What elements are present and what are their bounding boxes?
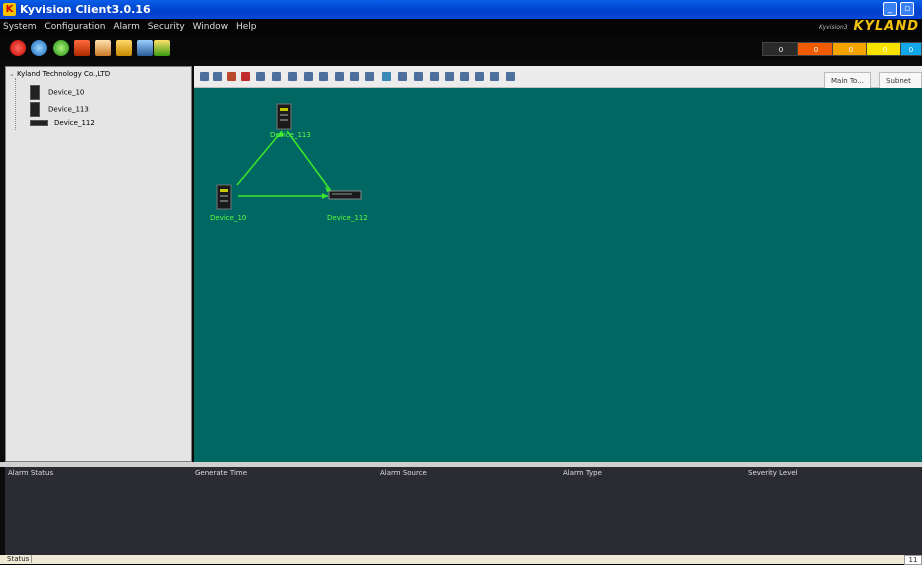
select-icon[interactable] bbox=[200, 72, 209, 81]
node-device-112[interactable] bbox=[328, 190, 362, 200]
column-alarm-type[interactable]: Alarm Type bbox=[563, 469, 602, 477]
alarm-counter-info[interactable]: 0 bbox=[900, 42, 922, 56]
grid-icon[interactable] bbox=[272, 72, 281, 81]
alarm-table-header: Alarm Status Generate Time Alarm Source … bbox=[5, 467, 922, 479]
tab-subnet-topology[interactable]: Subnet T... bbox=[879, 72, 922, 101]
node-device-113[interactable] bbox=[276, 103, 292, 130]
status-bar: Status 11 bbox=[0, 555, 922, 565]
delete-icon[interactable] bbox=[241, 72, 250, 81]
brand-subtitle: Kyvision3 bbox=[818, 24, 848, 31]
column-generate-time[interactable]: Generate Time bbox=[195, 469, 247, 477]
menu-window[interactable]: Window bbox=[190, 19, 231, 32]
draw-line-icon[interactable] bbox=[382, 72, 391, 81]
status-label: Status bbox=[7, 555, 33, 563]
alarm-counter-critical[interactable]: 0 bbox=[762, 42, 800, 56]
menu-help[interactable]: Help bbox=[233, 19, 259, 32]
menu-bar: System Configuration Alarm Security Wind… bbox=[0, 19, 922, 36]
tree-root-label: Kyland Technology Co.,LTD bbox=[17, 70, 111, 78]
brand-logo: KYLAND bbox=[853, 19, 919, 34]
exit-icon[interactable] bbox=[10, 40, 26, 56]
list-icon[interactable] bbox=[288, 72, 297, 81]
alarm-counter-warning[interactable]: 0 bbox=[866, 42, 904, 56]
tab-main-topology[interactable]: Main To... bbox=[824, 72, 871, 88]
node-label-device-113: Device_113 bbox=[270, 131, 311, 139]
tree-item-label: Device_113 bbox=[48, 105, 89, 114]
column-alarm-status[interactable]: Alarm Status bbox=[8, 469, 53, 477]
alarm-counter-major[interactable]: 0 bbox=[797, 42, 835, 56]
node-device-10[interactable] bbox=[216, 184, 232, 210]
align-right-icon[interactable] bbox=[460, 72, 469, 81]
device-tree-panel: ⌄ Kyland Technology Co.,LTD Device_10 Dev… bbox=[5, 66, 192, 462]
minimize-button[interactable]: _ bbox=[883, 2, 897, 16]
app-icon: K bbox=[3, 3, 16, 16]
zoom-in-icon[interactable] bbox=[319, 72, 328, 81]
users-icon[interactable] bbox=[154, 40, 170, 56]
zoom-fit-icon[interactable] bbox=[304, 72, 313, 81]
menu-alarm[interactable]: Alarm bbox=[110, 19, 141, 32]
arrow-head bbox=[322, 193, 328, 199]
node-label-device-10: Device_10 bbox=[210, 214, 247, 222]
save-icon[interactable] bbox=[398, 72, 407, 81]
switch-icon bbox=[30, 85, 40, 100]
router-icon bbox=[30, 120, 48, 126]
align-left-icon[interactable] bbox=[430, 72, 439, 81]
switch-icon bbox=[30, 102, 40, 117]
report-icon[interactable] bbox=[95, 40, 111, 56]
distribute-icon[interactable] bbox=[475, 72, 484, 81]
zoom-reset-icon[interactable] bbox=[350, 72, 359, 81]
globe-icon[interactable] bbox=[31, 40, 47, 56]
align-top-icon[interactable] bbox=[445, 72, 454, 81]
column-severity-level[interactable]: Severity Level bbox=[748, 469, 798, 477]
menu-configuration[interactable]: Configuration bbox=[41, 19, 107, 32]
application-window: K Kyvision Client3.0.16 _ ▫ System Confi… bbox=[0, 0, 922, 565]
zoom-out-icon[interactable] bbox=[335, 72, 344, 81]
main-toolbar: 0 0 0 0 0 bbox=[0, 36, 922, 62]
alarm-counter-minor[interactable]: 0 bbox=[832, 42, 870, 56]
alarm-table: Alarm Status Generate Time Alarm Source … bbox=[5, 467, 922, 555]
brand: Kyvision3 KYLAND bbox=[819, 19, 922, 36]
topology-graph bbox=[216, 103, 362, 210]
tree-item-label: Device_10 bbox=[48, 88, 85, 97]
title-bar: K Kyvision Client3.0.16 _ ▫ bbox=[0, 0, 922, 19]
user-icon[interactable] bbox=[116, 40, 132, 56]
menu-system[interactable]: System bbox=[0, 19, 39, 32]
tree-item-label: Device_112 bbox=[54, 119, 95, 127]
tree-item-device-113[interactable]: Device_113 bbox=[30, 102, 89, 117]
node-label-device-112: Device_112 bbox=[327, 214, 368, 222]
link-113-to-112[interactable] bbox=[286, 130, 332, 192]
column-alarm-source[interactable]: Alarm Source bbox=[380, 469, 427, 477]
info-icon[interactable] bbox=[53, 40, 69, 56]
link-icon[interactable] bbox=[227, 72, 236, 81]
tree-connector bbox=[15, 78, 16, 130]
tree-root[interactable]: ⌄ Kyland Technology Co.,LTD bbox=[9, 70, 110, 78]
expander-icon[interactable]: ⌄ bbox=[9, 70, 17, 78]
connect-icon[interactable] bbox=[490, 72, 499, 81]
group-icon[interactable] bbox=[506, 72, 515, 81]
tree-item-device-112[interactable]: Device_112 bbox=[30, 119, 95, 127]
link-113-to-10[interactable] bbox=[236, 130, 283, 186]
maximize-button[interactable]: ▫ bbox=[900, 2, 914, 16]
window-title: Kyvision Client3.0.16 bbox=[20, 3, 151, 16]
fullscreen-icon[interactable] bbox=[365, 72, 374, 81]
tree-item-device-10[interactable]: Device_10 bbox=[30, 85, 84, 100]
select-area-icon[interactable] bbox=[213, 72, 222, 81]
topology-icon[interactable] bbox=[74, 40, 90, 56]
align-icon[interactable] bbox=[414, 72, 423, 81]
monitor-icon[interactable] bbox=[137, 40, 153, 56]
topology-canvas[interactable]: Device_113 Device_10 Device_112 bbox=[194, 88, 922, 462]
layout-icon[interactable] bbox=[256, 72, 265, 81]
menu-security[interactable]: Security bbox=[145, 19, 187, 32]
topology-toolbar: Main To... Subnet T... bbox=[194, 66, 922, 101]
